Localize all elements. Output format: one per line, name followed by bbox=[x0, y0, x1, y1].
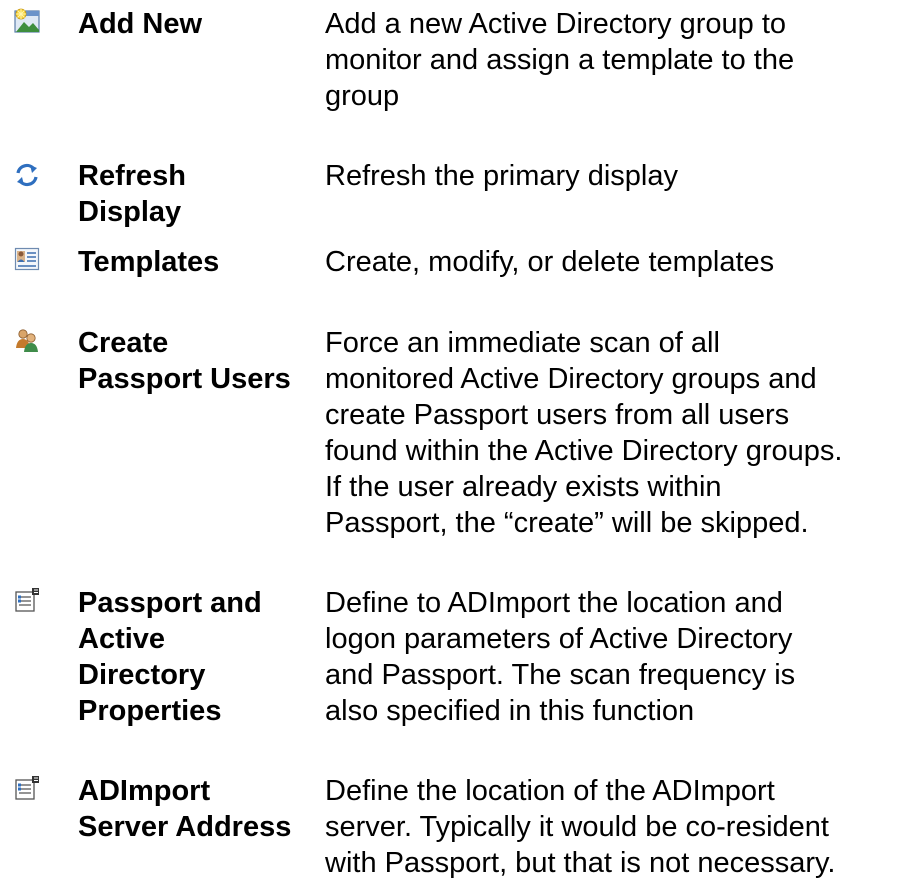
add-new-icon bbox=[14, 8, 40, 34]
refresh-icon bbox=[14, 162, 40, 188]
properties-icon bbox=[14, 775, 40, 801]
command-description: Force an immediate scan of all monitored… bbox=[325, 327, 843, 539]
command-description: Add a new Active Directory group to moni… bbox=[325, 8, 795, 112]
command-description: Define the location of the ADImport serv… bbox=[325, 775, 836, 879]
command-name: Passport and Active Directory Properties bbox=[78, 587, 262, 727]
users-icon bbox=[14, 327, 40, 353]
properties-icon bbox=[14, 587, 40, 613]
command-description: Refresh the primary display bbox=[325, 160, 678, 192]
command-name: Add New bbox=[78, 8, 203, 40]
command-name: Create Passport Users bbox=[78, 327, 291, 395]
command-name: Refresh Display bbox=[78, 160, 186, 228]
command-name: Templates bbox=[78, 246, 220, 278]
templates-icon bbox=[14, 246, 40, 272]
command-description: Create, modify, or delete templates bbox=[325, 246, 775, 278]
command-name: ADImport Server Address bbox=[78, 775, 292, 843]
command-description: Define to ADImport the location and logo… bbox=[325, 587, 796, 727]
